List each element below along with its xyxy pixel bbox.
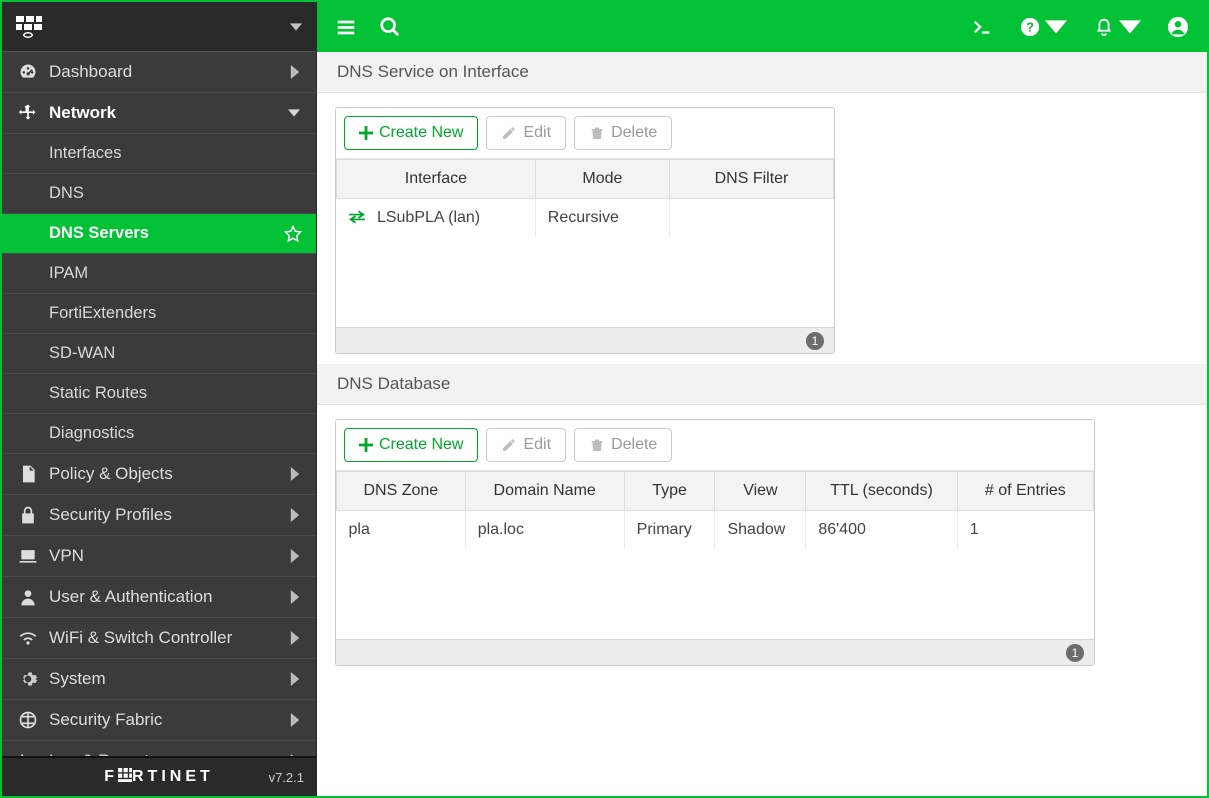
version-label: v7.2.1	[269, 770, 304, 785]
star-icon	[284, 225, 302, 243]
panel-dns-database: Create New Edit Delete DNS Z	[335, 419, 1095, 666]
nav-fortiextenders[interactable]: FortiExtenders	[2, 294, 316, 334]
panel-dns-service: Create New Edit Delete Inter	[335, 107, 835, 354]
nav-ipam[interactable]: IPAM	[2, 254, 316, 294]
table-dns-service: Interface Mode DNS Filter LSubPLA (lan) …	[336, 159, 834, 237]
nav-security-profiles[interactable]: Security Profiles	[2, 495, 316, 536]
chevron-right-icon	[290, 713, 300, 727]
sidebar-footer: FRTINET v7.2.1	[2, 756, 316, 796]
section-dns-service-title: DNS Service on Interface	[317, 52, 1207, 93]
interface-switch-icon	[349, 210, 365, 224]
col-zone[interactable]: DNS Zone	[337, 472, 466, 511]
chevron-right-icon	[290, 467, 300, 481]
chevron-right-icon	[290, 549, 300, 563]
user-icon	[18, 587, 38, 607]
col-mode[interactable]: Mode	[535, 160, 669, 199]
count-badge: 1	[1066, 644, 1084, 662]
col-type[interactable]: Type	[624, 472, 715, 511]
plus-icon	[359, 126, 373, 140]
main: ? DNS Service on Interface Crea	[317, 2, 1207, 796]
bell-icon	[1093, 16, 1115, 38]
col-domain[interactable]: Domain Name	[465, 472, 624, 511]
edit-button[interactable]: Edit	[486, 428, 566, 462]
table-row[interactable]: LSubPLA (lan) Recursive	[337, 199, 834, 238]
move-icon	[18, 103, 38, 123]
cli-icon[interactable]	[971, 16, 993, 38]
count-badge: 1	[806, 332, 824, 350]
nav-vpn[interactable]: VPN	[2, 536, 316, 577]
fabric-icon	[18, 710, 38, 730]
nav-user-auth[interactable]: User & Authentication	[2, 577, 316, 618]
nav-system[interactable]: System	[2, 659, 316, 700]
trash-icon	[589, 437, 605, 453]
nav-interfaces[interactable]: Interfaces	[2, 134, 316, 174]
create-new-button[interactable]: Create New	[344, 428, 478, 462]
col-view[interactable]: View	[715, 472, 806, 511]
nav-diagnostics[interactable]: Diagnostics	[2, 414, 316, 454]
pencil-icon	[501, 437, 517, 453]
nav-log-report[interactable]: Log & Report	[2, 741, 316, 756]
chevron-right-icon	[290, 508, 300, 522]
help-menu[interactable]: ?	[1019, 16, 1067, 38]
nav-wifi[interactable]: WiFi & Switch Controller	[2, 618, 316, 659]
document-icon	[18, 464, 38, 484]
pencil-icon	[501, 125, 517, 141]
nav-security-fabric[interactable]: Security Fabric	[2, 700, 316, 741]
chevron-right-icon	[290, 672, 300, 686]
table-row[interactable]: pla pla.loc Primary Shadow 86'400 1	[337, 511, 1094, 550]
delete-button[interactable]: Delete	[574, 116, 672, 150]
create-new-button[interactable]: Create New	[344, 116, 478, 150]
col-entries[interactable]: # of Entries	[957, 472, 1093, 511]
brand-text: FRTINET	[104, 768, 214, 786]
edit-button[interactable]: Edit	[486, 116, 566, 150]
section-dns-database-title: DNS Database	[317, 364, 1207, 405]
trash-icon	[589, 125, 605, 141]
sidebar-brand-menu[interactable]	[2, 2, 316, 52]
laptop-icon	[18, 546, 38, 566]
help-icon: ?	[1019, 16, 1041, 38]
nav: Dashboard Network Interfaces DNS DNS Ser…	[2, 52, 316, 756]
nav-static-routes[interactable]: Static Routes	[2, 374, 316, 414]
svg-text:?: ?	[1026, 20, 1034, 35]
caret-down-icon	[1045, 16, 1067, 38]
caret-down-icon	[1119, 16, 1141, 38]
chevron-right-icon	[290, 590, 300, 604]
nav-dns-servers[interactable]: DNS Servers	[2, 214, 316, 254]
wifi-icon	[18, 628, 38, 648]
sidebar: Dashboard Network Interfaces DNS DNS Ser…	[2, 2, 317, 796]
plus-icon	[359, 438, 373, 452]
nav-policy[interactable]: Policy & Objects	[2, 454, 316, 495]
search-icon[interactable]	[379, 16, 401, 38]
hamburger-icon[interactable]	[335, 16, 357, 38]
chevron-down-icon	[290, 21, 302, 33]
notifications-menu[interactable]	[1093, 16, 1141, 38]
lock-icon	[18, 505, 38, 525]
table-dns-database: DNS Zone Domain Name Type View TTL (seco…	[336, 471, 1094, 549]
chevron-down-icon	[288, 108, 300, 118]
topbar: ?	[317, 2, 1207, 52]
nav-sdwan[interactable]: SD-WAN	[2, 334, 316, 374]
col-dns-filter[interactable]: DNS Filter	[669, 160, 833, 199]
col-interface[interactable]: Interface	[337, 160, 536, 199]
nav-network[interactable]: Network	[2, 93, 316, 134]
nav-dns[interactable]: DNS	[2, 174, 316, 214]
nav-dashboard[interactable]: Dashboard	[2, 52, 316, 93]
chevron-right-icon	[290, 631, 300, 645]
col-ttl[interactable]: TTL (seconds)	[806, 472, 957, 511]
firewall-logo-icon	[16, 16, 42, 38]
delete-button[interactable]: Delete	[574, 428, 672, 462]
chevron-right-icon	[290, 65, 300, 79]
gear-icon	[18, 669, 38, 689]
gauge-icon	[18, 62, 38, 82]
account-icon[interactable]	[1167, 16, 1189, 38]
